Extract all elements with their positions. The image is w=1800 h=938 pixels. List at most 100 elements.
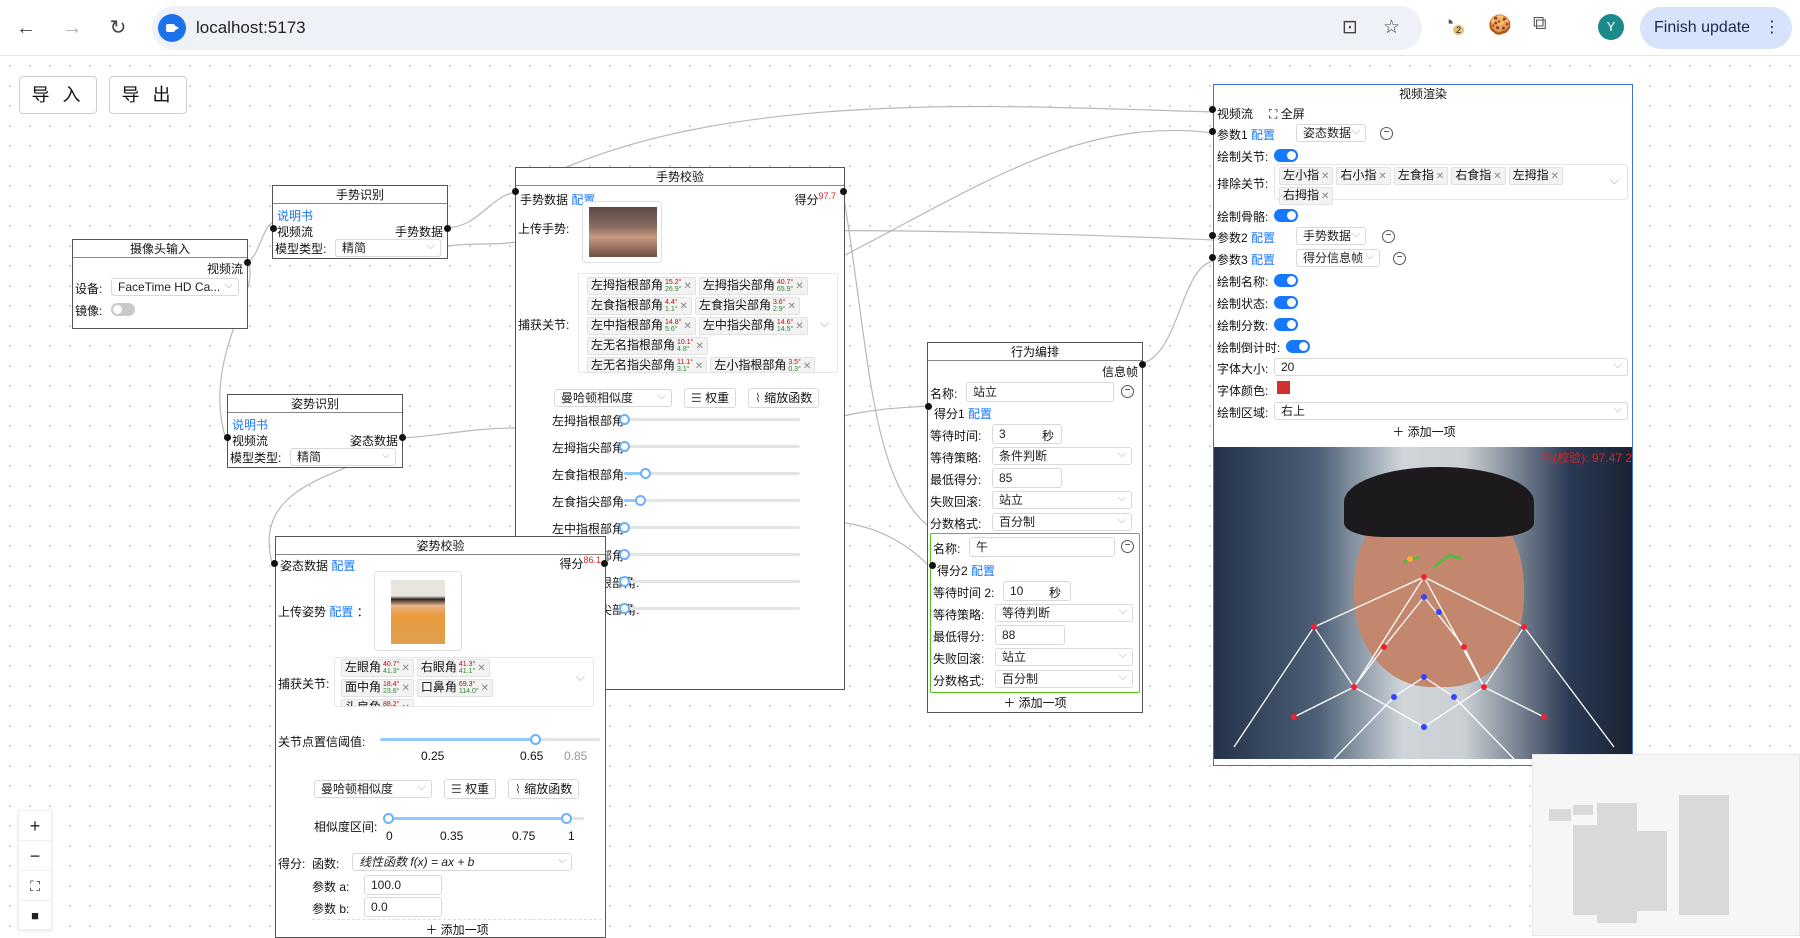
joint-slider-knob[interactable] <box>619 441 630 452</box>
remove-param-icon[interactable]: − <box>1380 127 1393 140</box>
extension-puzzle-badge-icon[interactable]: ◔ 2 <box>1443 13 1465 35</box>
fail-rollback-select[interactable]: 站立 <box>995 648 1133 666</box>
joint-tag[interactable]: 左中指根部角 14.8° 5.6° ✕ <box>587 317 696 335</box>
zoom-in-icon[interactable]: + <box>19 811 51 841</box>
joint-tag[interactable]: 左无名指尖部角 11.1° 3.1° ✕ <box>587 357 708 372</box>
joint-slider-knob[interactable] <box>619 414 630 425</box>
exclude-joints-select[interactable]: 左小指 ✕ 右小指 ✕ 左食指 ✕ 右食指 ✕ 左拇指 ✕ 右拇指 ✕ ⌵ <box>1274 164 1628 205</box>
behavior-node[interactable]: 行为编排 信息帧 名称: 站立 − 得分1 配置 等待时间: 3 秒 等待策略:… <box>927 342 1143 713</box>
draw-bone-toggle[interactable] <box>1274 209 1298 222</box>
remove-step-icon[interactable]: − <box>1121 540 1134 553</box>
flow-canvas[interactable]: 导 入 导 出 摄像头输入 视频流 设备: FaceTime HD Ca... … <box>0 56 1800 938</box>
gesture-recog-input-port[interactable] <box>270 225 277 232</box>
joint-slider-track[interactable] <box>624 499 800 502</box>
function-select[interactable]: 线性函数 f(x) = ax + b <box>352 853 572 871</box>
exclude-joint-tag[interactable]: 左拇指 ✕ <box>1508 167 1564 185</box>
joint-tag[interactable]: 左中指尖部角 14.6° 14.5° ✕ <box>698 317 808 335</box>
reload-icon[interactable]: ↻ <box>104 14 132 42</box>
config-link[interactable]: 配置 <box>1251 253 1275 267</box>
gesture-recognition-node[interactable]: 手势识别 说明书 视频流 手势数据 模型类型: 精简 <box>272 185 448 259</box>
strategy-select[interactable]: 条件判断 <box>992 447 1132 465</box>
render-param1-port[interactable] <box>1209 128 1216 135</box>
gesture-recog-output-port[interactable] <box>444 225 451 232</box>
lock-icon[interactable]: ■ <box>19 901 51 931</box>
fail-rollback-select[interactable]: 站立 <box>992 491 1132 509</box>
zoom-out-icon[interactable]: − <box>19 841 51 871</box>
param-b-input[interactable]: 0.0 <box>364 897 442 917</box>
gesture-check-output-port[interactable] <box>840 188 847 195</box>
gesture-check-input-port[interactable] <box>512 188 519 195</box>
joint-tag[interactable]: 左食指尖部角 3.6° 2.9° ✕ <box>694 297 800 315</box>
config-link[interactable]: 配置 <box>971 564 995 578</box>
exclude-joint-tag[interactable]: 左食指 ✕ <box>1393 167 1449 185</box>
joint-tag[interactable]: 左拇指根部角 15.2° 26.9° ✕ <box>587 277 696 295</box>
draw-joint-toggle[interactable] <box>1274 149 1298 162</box>
profile-avatar[interactable]: Y <box>1598 14 1624 40</box>
forward-icon[interactable]: → <box>58 14 86 42</box>
config-link[interactable]: 配置 <box>1251 128 1275 142</box>
mirror-toggle[interactable] <box>111 303 135 316</box>
param2-select[interactable]: 手势数据 <box>1296 227 1366 245</box>
finish-update-button[interactable]: Finish update ⋮ <box>1640 7 1792 49</box>
render-param3-port[interactable] <box>1209 254 1216 261</box>
remove-param-icon[interactable]: − <box>1382 230 1395 243</box>
remove-param-icon[interactable]: − <box>1393 252 1406 265</box>
joint-tag[interactable]: 口鼻角 69.3° 114.0° ✕ <box>416 679 494 697</box>
config-link[interactable]: 配置 <box>968 407 992 421</box>
joint-slider-track[interactable] <box>624 418 800 421</box>
config-link[interactable]: 配置 <box>331 559 355 573</box>
behavior-score2-port[interactable] <box>929 562 936 569</box>
capture-joints-select[interactable]: 左眼角 40.7° 41.3° ✕ 右眼角 41.3° 41.1° ✕面中角 18.4° 23.6… <box>334 657 594 707</box>
joint-tag[interactable]: 左食指根部角 4.4° 1.1° ✕ <box>587 297 692 315</box>
strategy-select[interactable]: 等待判断 <box>995 604 1133 622</box>
bookmark-star-icon[interactable]: ☆ <box>1383 16 1400 39</box>
joint-slider-knob[interactable] <box>619 603 630 614</box>
name-input[interactable]: 站立 <box>966 382 1114 402</box>
render-param2-port[interactable] <box>1209 232 1216 239</box>
model-type-select[interactable]: 精简 <box>335 239 441 257</box>
screenshot-icon[interactable]: ⊡ <box>1342 16 1358 39</box>
config-link[interactable]: 配置 <box>1251 231 1275 245</box>
fit-view-icon[interactable]: ⛶ <box>19 871 51 901</box>
joint-tag[interactable]: 右眼角 41.3° 41.1° ✕ <box>416 659 490 677</box>
upload-config-link[interactable]: 配置 <box>329 605 353 619</box>
add-item-button[interactable]: ＋ 添加一项 <box>1214 422 1632 442</box>
score-format-select[interactable]: 百分制 <box>992 513 1132 531</box>
fullscreen-button[interactable]: ⛶ 全屏 <box>1269 105 1305 122</box>
joint-slider-knob[interactable] <box>619 576 630 587</box>
manual-link[interactable]: 说明书 <box>277 207 313 224</box>
import-button[interactable]: 导 入 <box>19 76 97 114</box>
joint-slider-track[interactable] <box>624 445 800 448</box>
range-min-knob[interactable] <box>383 813 394 824</box>
camera-output-port[interactable] <box>244 259 251 266</box>
min-score-input[interactable]: 85 <box>992 468 1062 488</box>
render-video-port[interactable] <box>1209 106 1216 113</box>
pose-recog-output-port[interactable] <box>399 434 406 441</box>
joint-slider-track[interactable] <box>624 553 800 556</box>
font-color-swatch[interactable] <box>1277 381 1290 394</box>
metric-select[interactable]: 曼哈顿相似度 <box>314 780 432 798</box>
joint-slider-knob[interactable] <box>619 522 630 533</box>
joint-tag[interactable]: 左小指根部角 3.5° 0.3° ✕ <box>710 357 816 372</box>
param-a-input[interactable]: 100.0 <box>364 875 442 895</box>
minimap[interactable] <box>1532 754 1800 936</box>
site-camera-icon[interactable] <box>158 14 186 42</box>
weight-button[interactable]: ☰ 权重 <box>684 388 737 408</box>
behavior-output-port[interactable] <box>1139 361 1146 368</box>
pose-check-node[interactable]: 姿势校验 姿态数据 配置 得分86.1 上传姿势 配置 ： 左眼角 40.7° 41… <box>275 536 606 938</box>
manual-link[interactable]: 说明书 <box>232 416 268 433</box>
pose-recog-input-port[interactable] <box>224 434 231 441</box>
cookie-icon[interactable]: 🍪 <box>1488 13 1512 37</box>
score-format-select[interactable]: 百分制 <box>995 670 1133 688</box>
capture-joints-select[interactable]: 左拇指根部角 15.2° 26.9° ✕ 左拇指尖部角 40.7° 65.9° ✕ 左食指根部角… <box>578 273 838 373</box>
exclude-joint-tag[interactable]: 右拇指 ✕ <box>1279 187 1334 205</box>
pose-recognition-node[interactable]: 姿势识别 说明书 视频流 姿态数据 模型类型: 精简 <box>227 394 403 468</box>
gesture-upload-thumbnail[interactable] <box>582 201 662 263</box>
camera-input-node[interactable]: 摄像头输入 视频流 设备: FaceTime HD Ca... 镜像: <box>72 239 248 329</box>
scale-function-button[interactable]: ⌇ 缩放函数 <box>508 779 580 799</box>
address-bar[interactable]: localhost:5173 ⊡ ☆ <box>152 6 1422 50</box>
threshold-knob[interactable] <box>530 734 541 745</box>
joint-tag[interactable]: 左拇指尖部角 40.7° 65.9° ✕ <box>698 277 808 295</box>
draw-state-toggle[interactable] <box>1274 296 1298 309</box>
exclude-joint-tag[interactable]: 右食指 ✕ <box>1451 167 1506 185</box>
